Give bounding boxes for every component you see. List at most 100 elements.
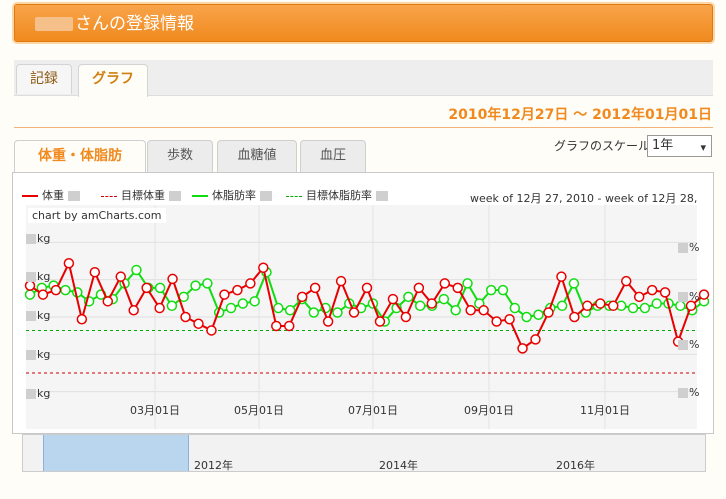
redacted-value	[678, 340, 688, 350]
weight-data-point	[296, 291, 308, 303]
weight-data-point	[232, 284, 243, 296]
bodyfat-data-point	[533, 309, 544, 321]
weight-data-point	[452, 282, 463, 294]
unit-label: %	[689, 290, 700, 303]
y-right-label: %	[678, 290, 699, 303]
weight-data-point	[76, 313, 88, 325]
weight-data-point	[426, 298, 438, 309]
weight-data-point	[400, 311, 412, 323]
weight-data-point	[245, 278, 256, 289]
x-tick-label: 11月01日	[580, 404, 630, 417]
bodyfat-data-point	[568, 278, 580, 289]
weight-data-point	[504, 313, 515, 325]
weight-data-point	[37, 289, 49, 300]
weight-data-point	[348, 307, 360, 318]
bodyfat-data-point	[237, 298, 249, 309]
bodyfat-data-point	[403, 291, 414, 303]
redacted-value	[678, 388, 688, 398]
navigator-handle[interactable]	[43, 435, 189, 471]
y-left-label: kg	[26, 348, 50, 361]
unit-label: %	[689, 241, 700, 254]
weight-data-point	[595, 298, 606, 309]
bodyfat-data-point	[521, 311, 532, 323]
weight-data-point	[569, 311, 580, 323]
weight-data-point	[530, 334, 541, 345]
weight-data-point	[167, 273, 178, 285]
weight-data-point	[633, 291, 645, 303]
redacted-value	[26, 311, 36, 321]
bodyfat-data-point	[497, 284, 509, 296]
bodyfat-data-point	[284, 305, 296, 316]
weight-data-point	[556, 271, 567, 282]
weight-data-point	[154, 302, 165, 314]
bodyfat-data-point	[438, 293, 450, 305]
unit-label: kg	[37, 270, 51, 283]
y-left-label: kg	[26, 387, 50, 400]
weight-data-point	[374, 316, 386, 327]
bodyfat-data-point	[450, 305, 461, 316]
bodyfat-data-point	[462, 278, 473, 289]
y-right-label: %	[678, 241, 699, 254]
redacted-value	[26, 234, 36, 244]
weight-data-point	[582, 300, 593, 312]
redacted-value	[26, 272, 36, 282]
bodyfat-data-point	[509, 302, 521, 314]
redacted-value	[678, 243, 688, 253]
weight-data-point	[465, 305, 476, 316]
weight-data-point	[102, 296, 114, 307]
redacted-value	[678, 292, 688, 302]
unit-label: %	[689, 338, 700, 351]
weight-data-point	[180, 311, 191, 323]
weight-data-point	[193, 318, 204, 329]
weight-data-point	[50, 284, 62, 296]
y-left-label: kg	[26, 232, 50, 245]
unit-label: kg	[37, 309, 51, 322]
weight-data-point	[219, 289, 230, 300]
x-tick-label: 09月01日	[464, 404, 514, 417]
navigator-label: 2016年	[556, 459, 595, 472]
chart-navigator[interactable]: 2012年 2014年 2016年	[22, 434, 706, 472]
weight-data-point	[141, 282, 152, 294]
weight-data-point	[271, 320, 282, 332]
bodyfat-data-point	[166, 300, 178, 312]
bodyfat-data-point	[225, 302, 237, 314]
weight-data-point	[128, 305, 139, 316]
bodyfat-data-point	[202, 278, 213, 289]
navigator-label: 2014年	[379, 459, 418, 472]
chart-credit[interactable]: chart by amCharts.com	[28, 208, 166, 223]
x-tick-label: 07月01日	[348, 404, 398, 417]
unit-label: kg	[37, 387, 51, 400]
weight-data-point	[698, 289, 710, 300]
unit-label: kg	[37, 232, 51, 245]
y-right-label: %	[678, 386, 699, 399]
weight-data-point	[478, 305, 489, 316]
x-tick-label: 03月01日	[130, 404, 180, 417]
bodyfat-data-point	[131, 264, 142, 276]
weight-data-point	[361, 282, 373, 294]
bodyfat-data-point	[154, 282, 166, 294]
weight-data-point	[439, 278, 451, 289]
weight-data-point	[620, 275, 632, 287]
bodyfat-data-point	[639, 302, 651, 314]
weight-data-point	[258, 262, 269, 273]
weight-data-point	[387, 293, 399, 305]
bodyfat-data-point	[190, 280, 201, 291]
weight-data-point	[491, 316, 502, 327]
unit-label: kg	[37, 348, 51, 361]
y-left-label: kg	[26, 270, 50, 283]
bodyfat-data-point	[60, 284, 71, 296]
bodyfat-data-point	[414, 300, 426, 312]
x-tick-label: 05月01日	[234, 404, 284, 417]
bodyfat-data-point	[627, 302, 639, 314]
weight-data-point	[335, 275, 347, 287]
redacted-value	[26, 389, 36, 399]
weight-data-point	[309, 282, 321, 294]
y-right-label: %	[678, 338, 699, 351]
weight-data-point	[322, 316, 334, 327]
bodyfat-data-point	[556, 300, 568, 312]
redacted-value	[26, 350, 36, 360]
weight-data-point	[413, 282, 425, 294]
bodyfat-data-point	[24, 289, 36, 300]
weight-data-point	[517, 343, 528, 354]
weight-data-point	[608, 300, 619, 312]
